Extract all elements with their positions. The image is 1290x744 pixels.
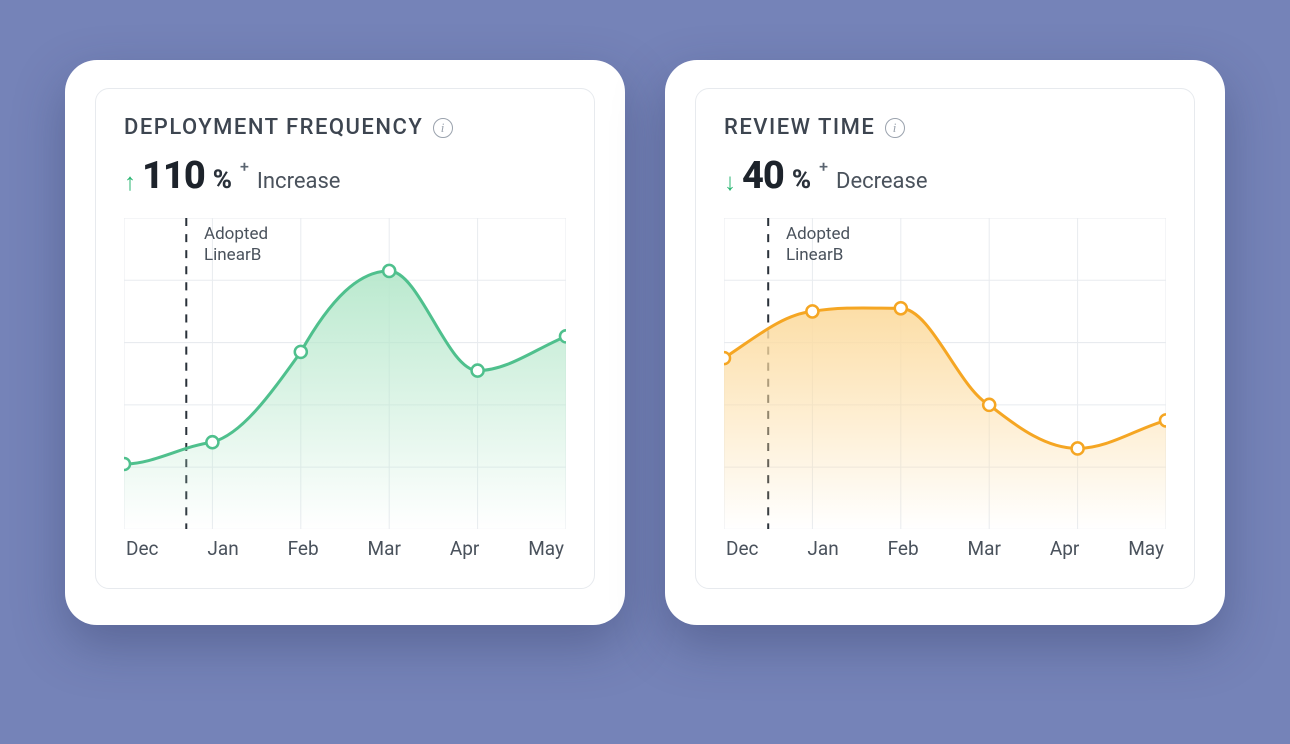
chart-annotation-line1: Adopted (786, 224, 850, 245)
chart-container: Adopted LinearB Dec Jan Feb Mar Apr May (124, 218, 566, 560)
card-title-row: DEPLOYMENT FREQUENCY i (124, 115, 566, 140)
chart-annotation: Adopted LinearB (204, 224, 268, 267)
metric-card-review-time: REVIEW TIME i ↓ 40 % + Decrease (665, 60, 1225, 625)
chart-annotation: Adopted LinearB (786, 224, 850, 267)
metric-change-label: Decrease (836, 169, 928, 194)
x-tick: Feb (288, 537, 319, 560)
metric-card-inner: DEPLOYMENT FREQUENCY i ↑ 110 % + Increas… (95, 88, 595, 589)
metric-percent: % (213, 165, 232, 195)
chart-annotation-line1: Adopted (204, 224, 268, 245)
card-title: REVIEW TIME (724, 115, 875, 140)
x-tick: May (528, 537, 564, 560)
metric-plus-sup: + (819, 157, 828, 176)
chart-x-axis: Dec Jan Feb Mar Apr May (124, 529, 566, 560)
card-title: DEPLOYMENT FREQUENCY (124, 115, 423, 140)
metric-percent: % (792, 165, 811, 195)
chart-x-axis: Dec Jan Feb Mar Apr May (724, 529, 1166, 560)
chart-area-fill (124, 271, 566, 529)
metric-change-label: Increase (257, 169, 341, 194)
metric-row: ↑ 110 % + Increase (124, 154, 566, 198)
chart-annotation-line2: LinearB (786, 245, 850, 266)
metric-value: 40 (742, 154, 784, 198)
metric-card-deployment-frequency: DEPLOYMENT FREQUENCY i ↑ 110 % + Increas… (65, 60, 625, 625)
x-tick: Dec (726, 537, 759, 560)
card-title-row: REVIEW TIME i (724, 115, 1166, 140)
x-tick: Jan (207, 537, 238, 560)
chart-area-fill (724, 308, 1166, 529)
info-icon[interactable]: i (433, 118, 453, 138)
info-icon[interactable]: i (885, 118, 905, 138)
metric-value: 110 (142, 154, 205, 198)
x-tick: May (1128, 537, 1164, 560)
metric-card-inner: REVIEW TIME i ↓ 40 % + Decrease (695, 88, 1195, 589)
x-tick: Apr (1050, 537, 1080, 560)
x-tick: Apr (450, 537, 480, 560)
metric-plus-sup: + (240, 157, 249, 176)
x-tick: Jan (807, 537, 838, 560)
area-chart (124, 218, 566, 529)
x-tick: Mar (368, 537, 401, 560)
x-tick: Mar (968, 537, 1001, 560)
metric-row: ↓ 40 % + Decrease (724, 154, 1166, 198)
arrow-up-icon: ↑ (124, 168, 136, 197)
chart-annotation-line2: LinearB (204, 245, 268, 266)
arrow-down-icon: ↓ (724, 168, 736, 197)
dashboard-stage: DEPLOYMENT FREQUENCY i ↑ 110 % + Increas… (0, 0, 1290, 744)
x-tick: Dec (126, 537, 159, 560)
chart-container: Adopted LinearB Dec Jan Feb Mar Apr May (724, 218, 1166, 560)
x-tick: Feb (888, 537, 919, 560)
